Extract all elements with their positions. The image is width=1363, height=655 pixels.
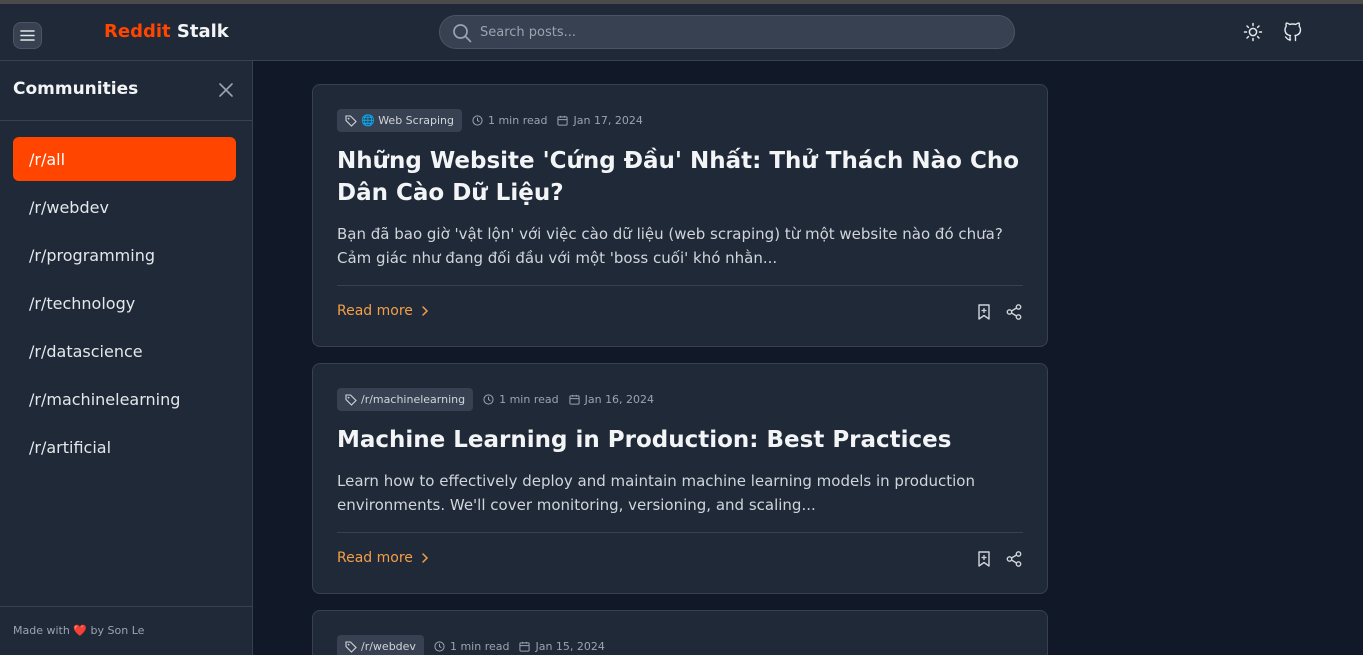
post-date-label: Jan 15, 2024 <box>535 640 605 653</box>
community-list: /r/all /r/webdev /r/programming /r/techn… <box>13 137 236 473</box>
post-meta: 🌐 Web Scraping 1 min read Jan 17, 2024 <box>337 109 653 132</box>
sidebar-item-webdev[interactable]: /r/webdev <box>13 185 236 229</box>
calendar-icon <box>557 115 569 126</box>
read-more-link[interactable]: Read more <box>337 550 429 566</box>
footer-prefix: Made with <box>13 624 70 637</box>
footer-author: by Son Le <box>90 624 145 637</box>
chevron-right-icon <box>422 306 428 316</box>
calendar-icon <box>519 641 531 652</box>
chevron-right-icon <box>422 553 428 563</box>
sidebar-item-programming[interactable]: /r/programming <box>13 233 236 277</box>
post-tag-label: /r/webdev <box>361 640 416 653</box>
post-tag[interactable]: /r/webdev <box>337 635 424 655</box>
tag-icon <box>345 114 357 127</box>
clock-icon <box>472 115 483 126</box>
search-bar <box>439 15 1015 49</box>
read-time-label: 1 min read <box>487 114 548 127</box>
share-icon[interactable] <box>1005 303 1023 321</box>
brand-stalk: Stalk <box>176 21 229 42</box>
sidebar-item-artificial[interactable]: /r/artificial <box>13 425 236 469</box>
read-time-label: 1 min read <box>499 393 559 406</box>
sidebar: Communities /r/all /r/webdev /r/programm… <box>0 61 253 655</box>
menu-button[interactable] <box>13 22 42 49</box>
post-date: Jan 17, 2024 <box>557 114 643 127</box>
read-more-label: Read more <box>337 303 413 319</box>
github-icon[interactable] <box>1283 22 1303 42</box>
sidebar-title: Communities <box>13 79 139 99</box>
post-excerpt: Bạn đã bao giờ 'vật lộn' với việc cào dữ… <box>337 225 1003 267</box>
post-card[interactable]: 🌐 Web Scraping 1 min read Jan 17, 2024 N… <box>312 84 1048 347</box>
sidebar-item-datascience[interactable]: /r/datascience <box>13 329 236 373</box>
clock-icon <box>483 394 494 405</box>
top-header: Reddit Stalk <box>0 4 1363 61</box>
share-icon[interactable] <box>1005 550 1023 568</box>
search-icon <box>453 24 472 43</box>
post-tag[interactable]: 🌐 Web Scraping <box>337 109 462 132</box>
post-meta: /r/webdev 1 min read Jan 15, 2024 <box>337 635 615 655</box>
post-date-label: Jan 16, 2024 <box>584 393 655 406</box>
brand-logo[interactable]: Reddit Stalk <box>104 21 229 43</box>
post-date-label: Jan 17, 2024 <box>573 114 643 127</box>
read-more-label: Read more <box>337 550 413 566</box>
post-excerpt: Learn how to effectively deploy and main… <box>337 472 975 514</box>
read-time: 1 min read <box>472 114 548 127</box>
post-card[interactable]: /r/machinelearning 1 min read Jan 16, 20… <box>312 363 1048 594</box>
post-tag-label: 🌐 Web Scraping <box>361 114 454 127</box>
post-title[interactable]: Machine Learning in Production: Best Pra… <box>337 424 1027 456</box>
post-card[interactable]: /r/webdev 1 min read Jan 15, 2024 <box>312 610 1048 655</box>
sun-icon[interactable] <box>1243 22 1263 42</box>
sidebar-item-all[interactable]: /r/all <box>13 137 236 181</box>
calendar-icon <box>569 394 580 405</box>
bookmark-icon[interactable] <box>975 303 993 321</box>
card-divider <box>337 532 1023 533</box>
post-tag-label: /r/machinelearning <box>361 393 466 406</box>
post-meta: /r/machinelearning 1 min read Jan 16, 20… <box>337 388 664 411</box>
search-input[interactable] <box>480 16 1000 48</box>
post-date: Jan 16, 2024 <box>569 393 654 406</box>
menu-icon <box>20 30 35 41</box>
sidebar-header: Communities <box>0 61 252 121</box>
sidebar-item-machinelearning[interactable]: /r/machinelearning <box>13 377 236 421</box>
heart-icon: ❤️ <box>73 624 88 637</box>
read-time-label: 1 min read <box>449 640 510 653</box>
sidebar-footer: Made with ❤️ by Son Le <box>0 606 252 655</box>
brand-reddit: Reddit <box>104 21 171 42</box>
post-title[interactable]: Những Website 'Cứng Đầu' Nhất: Thử Thách… <box>337 145 1027 209</box>
clock-icon <box>434 641 445 652</box>
tag-icon <box>345 640 357 653</box>
read-time: 1 min read <box>434 640 510 653</box>
read-time: 1 min read <box>483 393 559 406</box>
close-icon[interactable] <box>217 81 235 99</box>
post-date: Jan 15, 2024 <box>519 640 605 653</box>
bookmark-icon[interactable] <box>975 550 993 568</box>
card-divider <box>337 285 1023 286</box>
post-tag[interactable]: /r/machinelearning <box>337 388 474 411</box>
read-more-link[interactable]: Read more <box>337 303 429 319</box>
sidebar-item-technology[interactable]: /r/technology <box>13 281 236 325</box>
tag-icon <box>345 393 357 406</box>
